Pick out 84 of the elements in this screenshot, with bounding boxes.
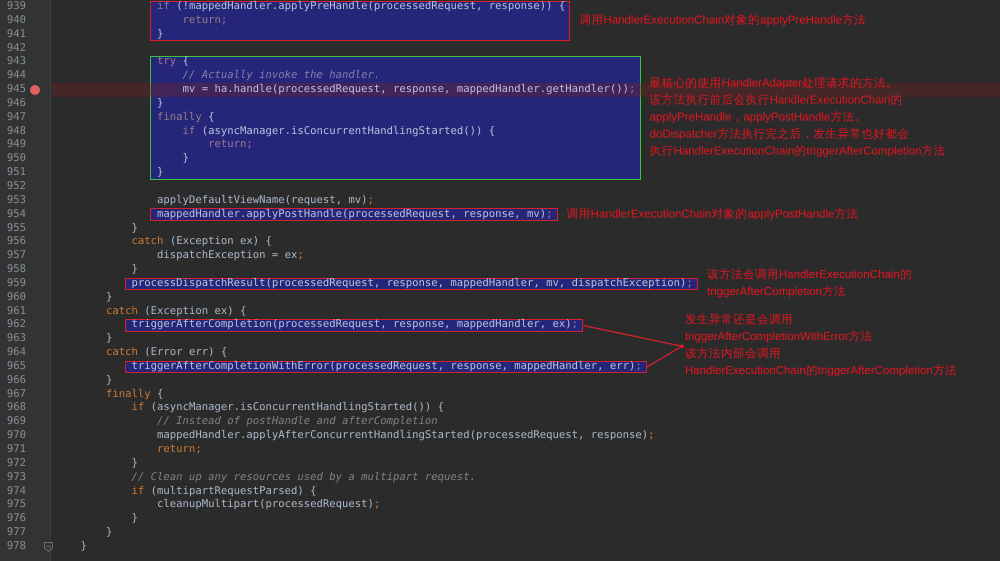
line-number: 969 xyxy=(6,415,26,430)
code-line: return; xyxy=(156,443,202,457)
line-number: 960 xyxy=(6,290,26,305)
line-number: 941 xyxy=(6,28,26,42)
line-number: 972 xyxy=(6,456,26,471)
code-line: if (asyncManager.isConcurrentHandlingStarted()) { xyxy=(130,401,444,416)
code-line: } xyxy=(182,152,189,166)
code-line: mv = ha.handle(processedRequest, response, mappedHandler.getHandler()); xyxy=(182,83,636,97)
line-number: 963 xyxy=(6,332,26,346)
line-number: 971 xyxy=(6,443,26,457)
line-number: 978 xyxy=(6,540,26,554)
code-line: finally { xyxy=(105,388,164,402)
line-number: 964 xyxy=(6,346,26,360)
line-number: 954 xyxy=(6,208,26,222)
line-number: 959 xyxy=(6,276,26,291)
annotation-text: 最核心的使用HandlerAdapter处理请求的方法。 该方法执行前后会执行HandlerExecutionChain的 applyPreHandle，applyPostHandle方法。 doDispatcher方法执行完之后，发生异常也好都会 执行HandlerExecutionChain的triggerAfterCompletion方法 xyxy=(650,76,946,160)
line-number: 951 xyxy=(6,166,26,180)
fold-icon[interactable] xyxy=(44,542,53,552)
code-line: if (asyncManager.isConcurrentHandlingStarted()) { xyxy=(182,124,496,138)
line-number: 945 xyxy=(6,83,26,97)
code-line: } xyxy=(105,290,112,305)
annotation-text: 调用HandlerExecutionChain对象的applyPreHandle方法 xyxy=(579,12,866,28)
code-line: dispatchException = ex; xyxy=(156,249,304,264)
annotation-text: 调用HandlerExecutionChain对象的applyPostHandle方法 xyxy=(566,206,858,222)
code-line: return; xyxy=(182,14,228,28)
line-number: 950 xyxy=(6,152,26,166)
code-line: mappedHandler.applyPostHandle(processedRequest, response, mv); xyxy=(156,208,552,222)
code-line: catch (Error err) { xyxy=(105,346,228,360)
line-number: 965 xyxy=(6,360,26,374)
line-number: 957 xyxy=(6,249,26,264)
code-line: catch (Exception ex) { xyxy=(105,304,246,318)
code-line: } xyxy=(130,263,138,277)
line-number: 948 xyxy=(6,124,26,138)
line-number: 942 xyxy=(6,42,26,56)
code-line: } xyxy=(105,332,112,346)
code-line: triggerAfterCompletionWithError(processedRequest, response, mappedHandler, err); xyxy=(130,360,642,374)
code-line: } xyxy=(156,166,164,180)
line-number: 968 xyxy=(6,401,26,416)
code-line: try { xyxy=(156,55,189,70)
line-number: 947 xyxy=(6,110,26,125)
code-line: // Clean up any resources used by a multipart request. xyxy=(130,470,476,485)
line-number: 955 xyxy=(6,222,26,236)
code-line: catch (Exception ex) { xyxy=(130,235,272,250)
code-line: if (!mappedHandler.applyPreHandle(processedRequest, response)) { xyxy=(156,0,566,14)
annotation-text: 该方法会调用HandlerExecutionChain的 triggerAfterCompletion方法 xyxy=(707,267,912,300)
line-number: 939 xyxy=(6,0,26,14)
line-number: 958 xyxy=(6,263,26,277)
code-line: mappedHandler.applyAfterConcurrentHandlingStarted(processedRequest, response); xyxy=(156,429,655,443)
code-line: } xyxy=(80,540,87,554)
code-line: } xyxy=(130,222,138,236)
line-number: 976 xyxy=(6,512,26,526)
code-line: } xyxy=(156,96,164,111)
code-line: } xyxy=(130,512,138,526)
code-line: if (multipartRequestParsed) { xyxy=(130,484,317,498)
line-number: 975 xyxy=(6,498,26,512)
code-line: finally { xyxy=(156,110,214,125)
code-line: } xyxy=(130,456,138,471)
line-number: 961 xyxy=(6,304,26,318)
code-line: // Instead of postHandle and afterCompletion xyxy=(156,415,438,430)
line-number: 974 xyxy=(6,484,26,498)
line-number: 940 xyxy=(6,14,26,28)
line-number: 952 xyxy=(6,180,26,194)
code-line: } xyxy=(156,28,164,42)
code-line: } xyxy=(105,526,112,540)
code-line: // Actually invoke the handler. xyxy=(182,69,380,84)
line-number: 949 xyxy=(6,138,26,152)
code-line: triggerAfterCompletion(processedRequest, response, mappedHandler, ex); xyxy=(130,318,578,332)
line-number: 966 xyxy=(6,374,26,388)
line-number: 944 xyxy=(6,69,26,84)
line-number: 973 xyxy=(6,470,26,485)
line-number: 943 xyxy=(6,55,26,70)
line-number: 977 xyxy=(6,526,26,540)
code-line: } xyxy=(105,374,112,388)
line-number: 962 xyxy=(6,318,26,332)
line-number: 953 xyxy=(6,194,26,208)
line-number: 956 xyxy=(6,235,26,250)
code-line: processDispatchResult(processedRequest, response, mappedHandler, mv, dispatchException); xyxy=(130,276,693,291)
code-line: applyDefaultViewName(request, mv); xyxy=(156,194,374,208)
code-line: cleanupMultipart(processedRequest); xyxy=(156,498,380,512)
line-number: 967 xyxy=(6,388,26,402)
line-number: 946 xyxy=(6,96,26,111)
line-number: 970 xyxy=(6,429,26,443)
annotation-text: 发生异常还是会调用 triggerAfterCompletionWithError方法 该方法内部会调用 HandlerExecutionChain的triggerAfterCompletion方法 xyxy=(684,312,957,380)
code-line: return; xyxy=(207,138,253,152)
